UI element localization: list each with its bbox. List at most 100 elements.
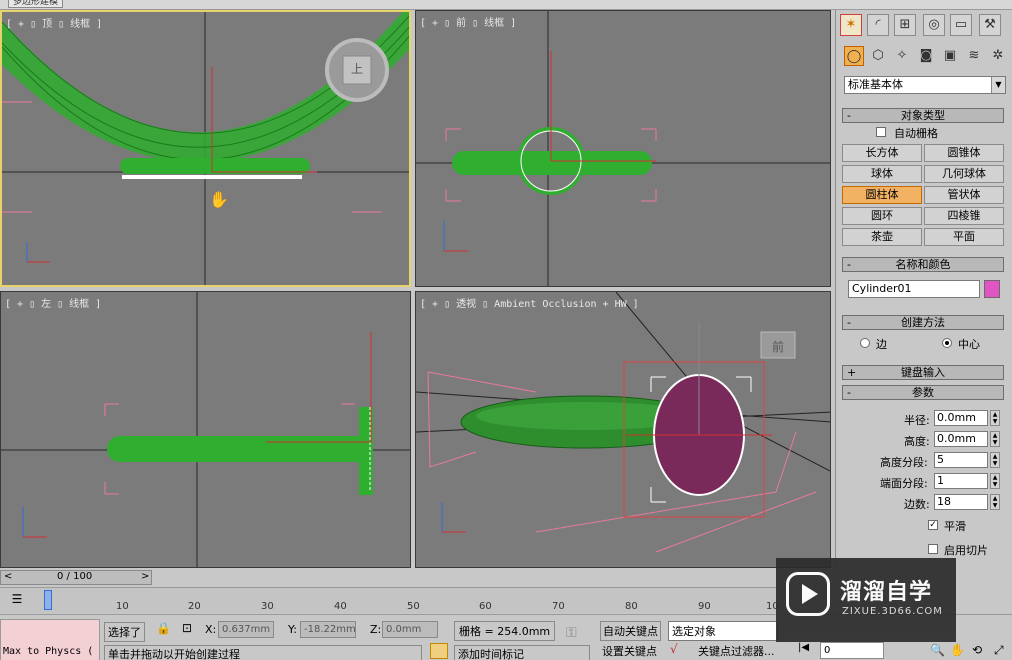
auto-key-button[interactable]: 自动关键点	[600, 621, 661, 641]
pyramid-button[interactable]: 四棱锥	[924, 207, 1004, 225]
sphere-button[interactable]: 球体	[842, 165, 922, 183]
viewport-front[interactable]: [ + ▯ 前 ▯ 线框 ]	[415, 10, 831, 287]
viewcube-persp-label: 前	[772, 340, 785, 354]
sides-field[interactable]: 18	[934, 494, 988, 510]
maxscript-listener[interactable]: Max to Physcs (	[0, 619, 100, 660]
selected-object-dropdown[interactable]: 选定对象	[668, 621, 778, 641]
cone-button[interactable]: 圆锥体	[924, 144, 1004, 162]
viewport-left-canvas	[1, 292, 410, 567]
geosphere-button[interactable]: 几何球体	[924, 165, 1004, 183]
rollout-keyboard-entry[interactable]: + 键盘输入	[842, 365, 1004, 380]
track-bar[interactable]: ☰ 10 20 30 40 50 60 70 80 90 10	[0, 587, 779, 613]
object-name-field[interactable]: Cylinder01	[848, 280, 980, 298]
height-segments-field[interactable]: 5	[934, 452, 988, 468]
geometry-icon[interactable]: ◯	[844, 46, 864, 66]
display-tab-icon[interactable]: ▭	[950, 14, 972, 36]
viewport-perspective-label[interactable]: [ + ▯ 透视 ▯ Ambient Occlusion + HW ]	[420, 295, 639, 310]
go-to-start-icon[interactable]: |◀	[798, 642, 809, 653]
tick-label: 80	[625, 601, 638, 612]
key-filters-button[interactable]: 关键点过滤器...	[698, 643, 775, 659]
time-slider[interactable]: < 0 / 100 >	[0, 570, 152, 585]
tick-label: 40	[334, 601, 347, 612]
y-label: Y:	[288, 623, 297, 636]
create-tab-icon[interactable]: ✶	[840, 14, 862, 36]
lights-icon[interactable]: ✧	[892, 46, 912, 66]
utilities-tab-icon[interactable]: ⚒	[979, 14, 1001, 36]
sides-label: 边数:	[904, 498, 930, 511]
height-segments-spinner[interactable]: ▲ ▼	[990, 452, 1000, 468]
slice-on-label: 启用切片	[944, 544, 988, 557]
rollout-object-type-title: 对象类型	[901, 109, 945, 122]
current-frame-field[interactable]: 0	[820, 642, 884, 659]
helpers-icon[interactable]: ▣	[940, 46, 960, 66]
tick-label: 10	[116, 601, 129, 612]
motion-tab-icon[interactable]: ◎	[923, 14, 945, 36]
collapse-icon: -	[847, 386, 851, 399]
hierarchy-tab-icon[interactable]: ⊞	[894, 14, 916, 36]
torus-button[interactable]: 圆环	[842, 207, 922, 225]
viewport-front-canvas	[416, 11, 830, 286]
command-panel: ✶ ◜ ⊞ ◎ ▭ ⚒ ◯ ⬡ ✧ ◙ ▣ ≋ ✲ 标准基本体 ▼ - 对象类型 …	[835, 10, 1012, 570]
center-radio[interactable]	[942, 338, 952, 348]
set-key-button[interactable]: 设置关键点	[602, 643, 657, 659]
orbit-icon[interactable]: ⟲	[972, 643, 982, 657]
slice-on-checkbox[interactable]	[928, 544, 938, 554]
category-dropdown[interactable]: 标准基本体 ▼	[844, 76, 1006, 94]
window-titlebar: 多边形建模	[0, 0, 1012, 10]
x-coordinate-field[interactable]: 0.637mm	[218, 621, 274, 638]
zoom-icon[interactable]: 🔍	[930, 643, 945, 657]
plane-button[interactable]: 平面	[924, 228, 1004, 246]
prev-frame-button[interactable]: <	[4, 571, 12, 582]
viewport-front-label[interactable]: [ + ▯ 前 ▯ 线框 ]	[420, 14, 516, 29]
cap-segments-field[interactable]: 1	[934, 473, 988, 489]
y-coordinate-field[interactable]: -18.22mm	[300, 621, 356, 638]
height-spinner[interactable]: ▲ ▼	[990, 431, 1000, 447]
viewport-left[interactable]: [ + ▯ 左 ▯ 线框 ]	[0, 291, 411, 568]
z-coordinate-field[interactable]: 0.0mm	[382, 621, 438, 638]
tick-label: 90	[698, 601, 711, 612]
lock-icon[interactable]: 🔒	[156, 621, 171, 635]
watermark-brand: 溜溜自学	[840, 580, 933, 605]
modify-tab-icon[interactable]: ◜	[867, 14, 889, 36]
autogrid-checkbox[interactable]	[876, 127, 886, 137]
rollout-creation-method[interactable]: - 创建方法	[842, 315, 1004, 330]
viewport-top[interactable]: ✋ 上 [ + ▯ 顶 ▯ 线框 ]	[0, 10, 411, 287]
rollout-name-color[interactable]: - 名称和颜色	[842, 257, 1004, 272]
curve-icon[interactable]: √	[670, 642, 678, 656]
cylinder-button[interactable]: 圆柱体	[842, 186, 922, 204]
pan-icon[interactable]: ✋	[950, 643, 965, 657]
height-label: 高度:	[904, 435, 930, 448]
chevron-down-icon[interactable]: ▼	[991, 77, 1005, 93]
viewport-perspective[interactable]: 前 [ + ▯ 透视 ▯ Ambient Occlusion + HW ]	[415, 291, 831, 568]
rollout-parameters[interactable]: - 参数	[842, 385, 1004, 400]
transform-mode-icon[interactable]: ⊡	[182, 621, 192, 635]
smooth-checkbox[interactable]: ✓	[928, 520, 938, 530]
watermark-url: ZIXUE.3D66.COM	[842, 606, 943, 617]
next-frame-button[interactable]: >	[141, 571, 149, 582]
cap-segments-label: 端面分段:	[880, 477, 928, 490]
trackbar-toggle-icon[interactable]: ☰	[6, 592, 28, 608]
cap-segments-spinner[interactable]: ▲ ▼	[990, 473, 1000, 489]
tube-button[interactable]: 管状体	[924, 186, 1004, 204]
add-time-tag-button[interactable]: 添加时间标记	[454, 645, 590, 660]
time-cursor[interactable]	[44, 590, 52, 610]
height-field[interactable]: 0.0mm	[934, 431, 988, 447]
systems-icon[interactable]: ✲	[988, 46, 1008, 66]
teapot-button[interactable]: 茶壶	[842, 228, 922, 246]
radius-field[interactable]: 0.0mm	[934, 410, 988, 426]
shapes-icon[interactable]: ⬡	[868, 46, 888, 66]
maximize-viewport-icon[interactable]: ⤢	[994, 643, 1004, 658]
rollout-object-type[interactable]: - 对象类型	[842, 108, 1004, 123]
radius-spinner[interactable]: ▲ ▼	[990, 410, 1000, 426]
time-tag-icon[interactable]	[430, 643, 448, 659]
spacewarps-icon[interactable]: ≋	[964, 46, 984, 66]
box-button[interactable]: 长方体	[842, 144, 922, 162]
viewport-left-label[interactable]: [ + ▯ 左 ▯ 线框 ]	[5, 295, 101, 310]
key-icon[interactable]: ⚿	[566, 625, 577, 641]
object-color-swatch[interactable]	[984, 280, 1000, 298]
viewport-top-label[interactable]: [ + ▯ 顶 ▯ 线框 ]	[6, 15, 102, 30]
edge-radio[interactable]	[860, 338, 870, 348]
cameras-icon[interactable]: ◙	[916, 46, 936, 66]
viewcube-top-label: 上	[351, 62, 364, 76]
sides-spinner[interactable]: ▲ ▼	[990, 494, 1000, 510]
